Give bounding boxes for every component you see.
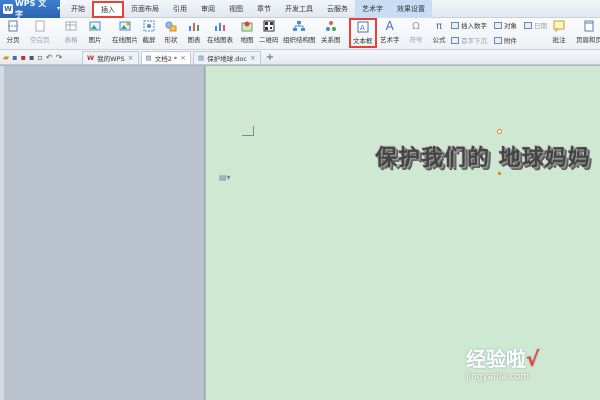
- print-icon[interactable]: ▪: [29, 53, 34, 62]
- open-icon[interactable]: ▰: [3, 53, 9, 62]
- header-footer-icon: [582, 19, 596, 33]
- new-tab-button[interactable]: +: [266, 52, 274, 63]
- tab-section[interactable]: 章节: [250, 0, 278, 18]
- object-button[interactable]: 对象: [494, 20, 517, 30]
- chart-icon: [187, 19, 201, 33]
- document-icon: ▤: [145, 53, 152, 62]
- doc-tab-protect-earth[interactable]: ▤ 保护地球.doc ×: [193, 50, 261, 64]
- left-side-strip: [0, 66, 4, 400]
- insert-number-button[interactable]: 插入数字: [451, 20, 487, 30]
- comment-icon: [552, 19, 566, 33]
- document-tab-bar: ▰ ▪ ▪ ▪ ▫ ↶ ↷ W 我的WPS × ▤ 文档2 * × ▤ 保护地球…: [0, 50, 600, 65]
- ribbon-toolbar: 分页 空白页 表格 图片 在线图片 截屏 形状 图表 在线图表 地图 二维码 组…: [0, 18, 600, 50]
- scissors-icon: [142, 19, 156, 33]
- tab-cloud[interactable]: 云服务: [320, 0, 355, 18]
- online-chart-button[interactable]: 在线图表: [207, 19, 233, 44]
- doc-tab-mywps[interactable]: W 我的WPS ×: [82, 50, 139, 64]
- object-icon: [494, 21, 502, 29]
- tab-insert[interactable]: 插入: [92, 0, 124, 18]
- formula-button[interactable]: π 公式: [432, 19, 446, 45]
- screenshot-button[interactable]: 截屏: [142, 19, 156, 44]
- resize-handle[interactable]: [498, 172, 501, 175]
- textbox-button[interactable]: A 文本框: [349, 18, 377, 48]
- qrcode-button[interactable]: 二维码: [259, 19, 279, 44]
- org-chart-icon: [292, 19, 306, 33]
- watermark: 经验啦√ jingyanla.com: [466, 343, 539, 382]
- online-picture-icon: [118, 19, 132, 33]
- redo-icon[interactable]: ↷: [56, 53, 63, 62]
- org-chart-button[interactable]: 组织结构图: [283, 19, 316, 44]
- table-icon: [64, 19, 78, 33]
- svg-text:A: A: [360, 24, 365, 32]
- calendar-icon: [524, 21, 532, 29]
- shape-icon: [164, 19, 178, 33]
- qrcode-icon: [262, 19, 276, 33]
- chart-button[interactable]: 图表: [187, 19, 201, 44]
- blank-page-icon: [33, 19, 47, 33]
- close-icon[interactable]: ×: [180, 54, 186, 62]
- watermark-text: 经验啦: [466, 347, 526, 371]
- picture-button[interactable]: 图片: [88, 19, 102, 44]
- tab-view[interactable]: 视图: [222, 0, 250, 18]
- close-icon[interactable]: ×: [250, 54, 256, 62]
- page-break-button[interactable]: 分页: [6, 19, 20, 44]
- document-icon: ▤: [198, 53, 205, 62]
- close-icon[interactable]: ×: [128, 54, 134, 62]
- undo-icon[interactable]: ↶: [46, 53, 53, 62]
- wps-logo-icon: W: [3, 3, 13, 14]
- ribbon-tabs: 开始 插入 页面布局 引用 审阅 视图 章节 开发工具 云服务 艺术字 效果设置: [64, 0, 432, 18]
- map-button[interactable]: 地图: [240, 19, 254, 44]
- wps-small-icon: W: [87, 53, 95, 62]
- date-button[interactable]: 日期: [524, 20, 547, 30]
- header-footer-button[interactable]: 页眉和页: [576, 19, 600, 44]
- tab-page-layout[interactable]: 页面布局: [124, 0, 166, 18]
- workspace-background: [0, 66, 205, 400]
- relation-chart-icon: [324, 19, 338, 33]
- online-chart-icon: [213, 19, 227, 33]
- symbol-button[interactable]: Ω 符号: [409, 19, 423, 45]
- online-picture-button[interactable]: 在线图片: [112, 19, 138, 44]
- app-title: WPS 文字: [14, 0, 47, 19]
- paragraph-marker-icon[interactable]: ▤▾: [219, 173, 231, 182]
- number-icon: [451, 21, 459, 29]
- doc-tab-current[interactable]: ▤ 文档2 * ×: [140, 50, 192, 64]
- blank-page-button[interactable]: 空白页: [30, 19, 50, 44]
- page-break-icon: [6, 19, 20, 33]
- save-icon[interactable]: ▪: [12, 53, 17, 62]
- tab-effects[interactable]: 效果设置: [390, 0, 432, 18]
- quick-access-toolbar: ▰ ▪ ▪ ▪ ▫ ↶ ↷: [0, 53, 82, 62]
- table-button[interactable]: 表格: [64, 19, 78, 44]
- tab-review[interactable]: 审阅: [194, 0, 222, 18]
- checkmark-icon: √: [526, 347, 540, 371]
- tab-references[interactable]: 引用: [166, 0, 194, 18]
- shape-button[interactable]: 形状: [164, 19, 178, 44]
- textbox-icon: A: [356, 20, 370, 34]
- tab-developer[interactable]: 开发工具: [278, 0, 320, 18]
- wordart-button[interactable]: A 艺术字: [380, 19, 400, 44]
- wordart-icon: A: [385, 19, 394, 33]
- omega-icon: Ω: [412, 20, 420, 32]
- map-pin-icon: [240, 19, 254, 33]
- drop-cap-button[interactable]: 首字下沉: [451, 35, 487, 45]
- pi-icon: π: [435, 20, 443, 32]
- menu-bar: W WPS 文字 ▾ 开始 插入 页面布局 引用 审阅 视图 章节 开发工具 云…: [0, 0, 600, 19]
- drop-cap-icon: [451, 36, 459, 44]
- preview-icon[interactable]: ▫: [37, 53, 42, 62]
- picture-icon: [88, 19, 102, 33]
- attachment-button[interactable]: 附件: [494, 35, 517, 45]
- watermark-url: jingyanla.com: [466, 372, 530, 382]
- tab-wordart[interactable]: 艺术字: [355, 0, 390, 18]
- wps-app-menu[interactable]: W WPS 文字 ▾: [0, 0, 60, 19]
- document-page[interactable]: [205, 66, 600, 400]
- comment-button[interactable]: 批注: [552, 19, 566, 44]
- paperclip-icon: [494, 36, 502, 44]
- tab-home[interactable]: 开始: [64, 0, 92, 18]
- rotate-handle[interactable]: [497, 129, 502, 134]
- export-pdf-icon[interactable]: ▪: [21, 53, 26, 62]
- relation-chart-button[interactable]: 关系图: [321, 19, 341, 44]
- wordart-text[interactable]: 保护我们的 地球妈妈: [375, 140, 591, 172]
- margin-corner-mark: [242, 126, 254, 136]
- chevron-down-icon: ▾: [56, 5, 60, 12]
